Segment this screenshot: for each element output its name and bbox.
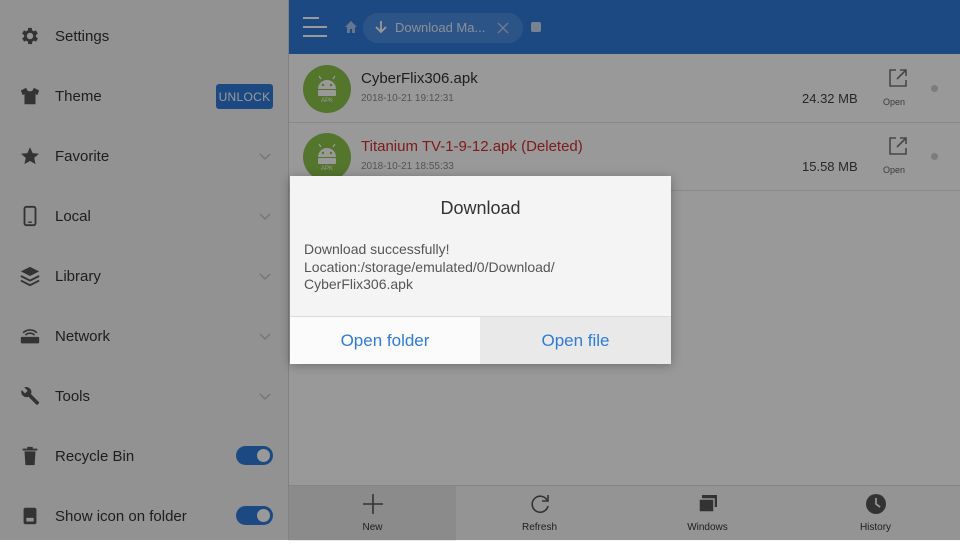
open-folder-button[interactable]: Open folder [290,317,480,364]
open-file-button[interactable]: Open file [480,317,671,364]
dialog-message: Download successfully! Location:/storage… [304,241,555,292]
download-dialog: Download Download successfully! Location… [290,176,671,364]
dialog-buttons: Open folder Open file [290,316,671,364]
dialog-title: Download [440,198,521,218]
